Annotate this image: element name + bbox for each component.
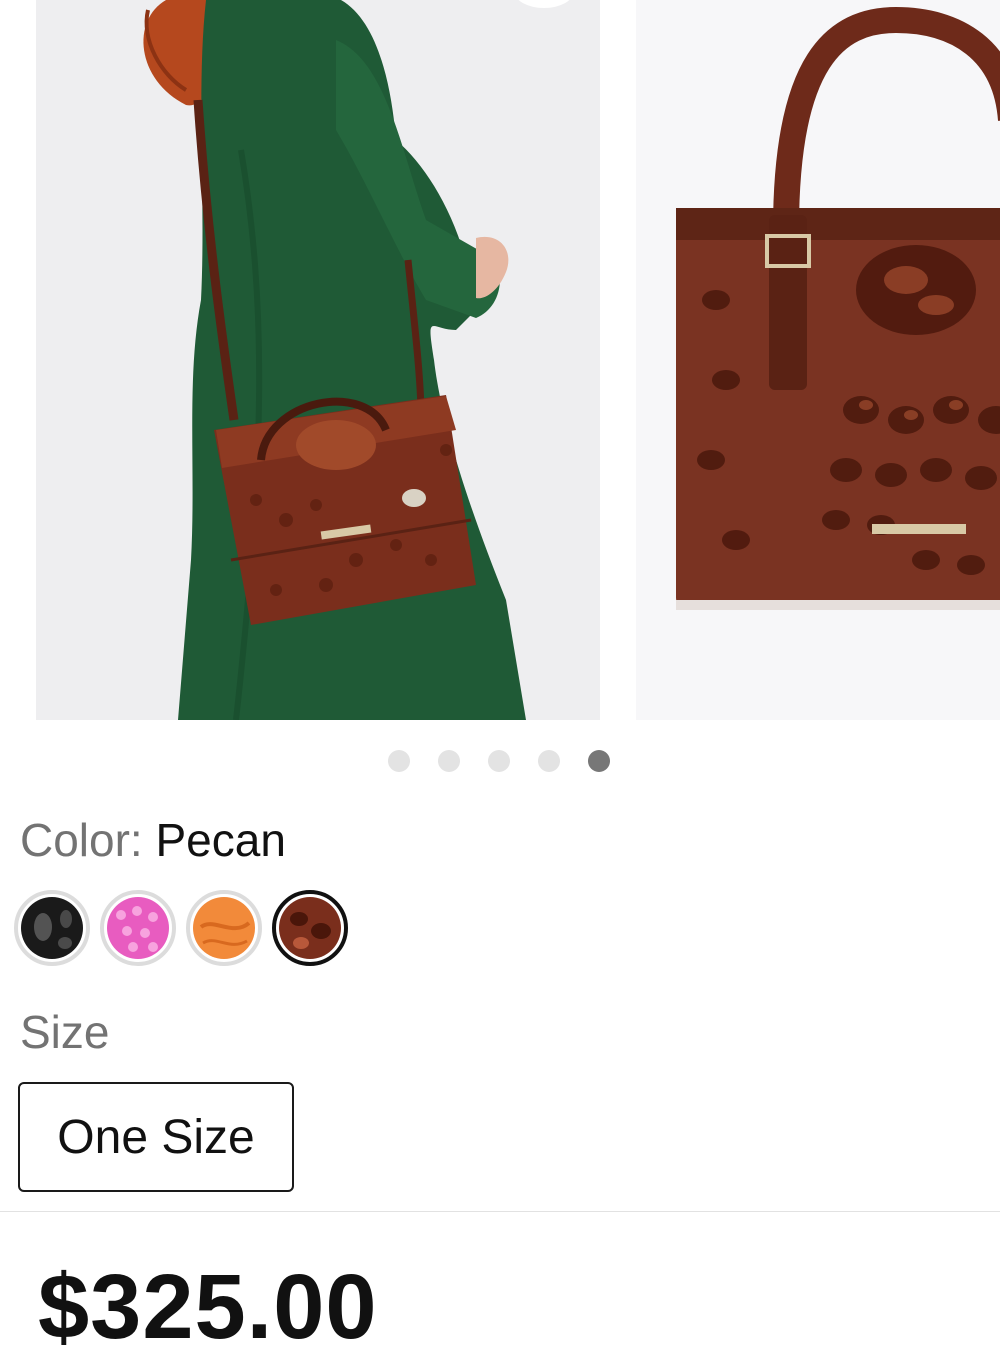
orange-croc-swatch-image: [193, 897, 255, 959]
carousel-dot-3[interactable]: [488, 750, 510, 772]
pink-croc-swatch-image: [107, 897, 169, 959]
pecan-croc-swatch-image: [279, 897, 341, 959]
carousel-dot-1[interactable]: [388, 750, 410, 772]
product-image-model[interactable]: [36, 0, 600, 720]
carousel-dot-4[interactable]: [538, 750, 560, 772]
color-label: Color:: [20, 814, 143, 866]
carousel-dot-5[interactable]: [588, 750, 610, 772]
color-swatches: [14, 890, 348, 966]
color-value: Pecan: [155, 814, 286, 866]
product-image-carousel[interactable]: [0, 0, 1000, 720]
carousel-dot-2[interactable]: [438, 750, 460, 772]
swatch-pecan[interactable]: [272, 890, 348, 966]
swatch-orange[interactable]: [186, 890, 262, 966]
swatch-black[interactable]: [14, 890, 90, 966]
section-divider: [0, 1211, 1000, 1212]
swatch-pink[interactable]: [100, 890, 176, 966]
size-label: Size: [20, 1006, 110, 1058]
carousel-pagination: [388, 750, 610, 772]
size-option-button[interactable]: One Size: [18, 1082, 294, 1192]
color-selection-label: Color: Pecan: [20, 812, 286, 868]
product-image-bag[interactable]: [636, 0, 1000, 720]
black-croc-swatch-image: [21, 897, 83, 959]
product-price: $325.00: [38, 1256, 378, 1358]
